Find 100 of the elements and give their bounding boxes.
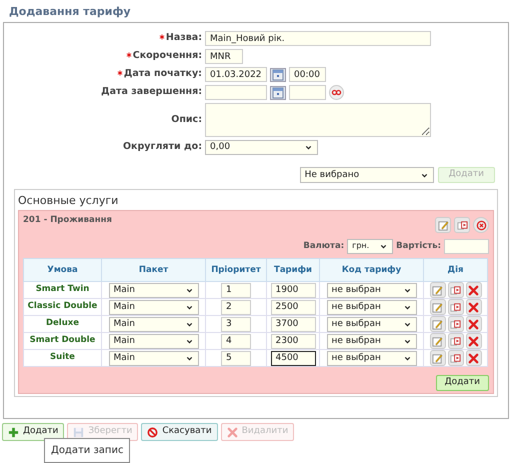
field-label: Дата початку: [124,67,202,82]
close-icon [468,318,479,330]
rounding-dropdown[interactable]: 0,00 [205,140,318,155]
date-field[interactable] [205,85,267,100]
priority-field[interactable]: 1 [221,282,251,298]
tariff-field[interactable]: 1900 [270,282,316,298]
copy-button[interactable] [454,217,470,233]
priority-field[interactable]: 3 [221,316,251,332]
tariff-field[interactable]: 2500 [270,300,316,314]
condition-name: Smart Double [30,335,96,346]
close-icon [226,426,238,438]
text-field[interactable]: Main_Новий рік. [205,31,431,46]
tariff-code-dropdown[interactable]: не выбран [326,350,416,366]
date-field[interactable]: 01.03.2022 [205,67,267,82]
copy-icon [450,284,461,296]
tariff-code-dropdown[interactable]: не выбран [326,300,416,314]
copy-icon [450,352,461,364]
close-icon [476,220,486,230]
copy-button[interactable] [448,333,464,349]
copy-icon [450,318,461,330]
edit-button[interactable] [430,350,446,366]
edit-button[interactable] [430,282,446,298]
tariff-code-dropdown[interactable]: не выбран [326,334,416,348]
delete-button[interactable] [466,350,482,366]
prohibited-icon [147,426,158,438]
add-button[interactable]: Додати [436,375,489,391]
cancel-button[interactable]: Скасувати [141,423,218,441]
delete-button[interactable] [466,333,482,349]
pencil-icon [432,284,443,296]
delete-button[interactable] [466,316,482,332]
edit-button[interactable] [435,217,451,233]
field-label: Дата завершення: [101,85,202,100]
copy-icon [456,220,468,230]
edit-button[interactable] [430,299,446,315]
package-dropdown[interactable]: Main [108,316,198,332]
copy-button[interactable] [448,316,464,332]
copy-icon [450,336,461,346]
edit-button[interactable] [430,333,446,349]
section-title: Основные услуги [18,194,120,208]
description-field[interactable] [205,103,431,137]
tariff-field[interactable]: 3700 [270,316,316,332]
close-icon [468,352,479,364]
delete-button[interactable] [466,282,482,298]
delete-button[interactable] [466,299,482,315]
group-title: 201 - Проживання [23,214,112,227]
service-dropdown[interactable]: Не вибрано [300,167,434,183]
calendar-icon [272,86,284,98]
package-dropdown[interactable]: Main [108,334,198,348]
copy-button[interactable] [448,299,464,315]
close-icon [468,302,479,312]
pencil-icon [432,352,443,364]
priority-field[interactable]: 4 [221,334,251,348]
package-dropdown[interactable]: Main [108,300,198,314]
pencil-icon [432,302,443,312]
close-icon [468,284,479,296]
tariff-code-dropdown[interactable]: не выбран [326,316,416,332]
tariff-field[interactable]: 2300 [270,334,316,348]
edit-button[interactable] [430,316,446,332]
copy-button[interactable] [448,350,464,366]
priority-field[interactable]: 5 [221,350,251,366]
close-icon [468,336,479,346]
copy-icon [450,302,461,312]
plus-icon [8,426,19,438]
column-header: Дія [424,258,488,282]
priority-field[interactable]: 2 [221,300,251,314]
condition-name: Smart Twin [36,284,90,294]
column-header: Код тарифу [320,258,424,282]
calendar-icon [272,68,284,80]
caret-icon [304,143,313,152]
tooltip: Додати запис [44,438,130,463]
time-field[interactable]: 00:00 [289,67,326,82]
add-button[interactable]: Додати [2,423,64,441]
time-field[interactable] [289,85,326,100]
field-label: Скорочення: [132,49,202,64]
condition-name: Classic Double [28,301,98,312]
link-icon [331,87,342,98]
cost-field[interactable] [444,238,489,254]
clear-button[interactable] [329,85,344,100]
pencil-icon [432,336,443,346]
pencil-icon [438,220,448,230]
tariff-code-dropdown[interactable]: не выбран [326,282,416,298]
condition-name: Suite [50,352,75,362]
column-header: Пакет [102,258,206,282]
field-label: Округляти до: [122,140,202,154]
pencil-icon [432,318,443,330]
page-title: Додавання тарифу [8,4,132,20]
calendar-button[interactable] [270,68,286,82]
column-header: Пріоритет [206,258,266,282]
currency-label: Валюта: [303,240,344,252]
condition-name: Deluxe [46,318,80,328]
text-field[interactable]: MNR [205,49,243,64]
copy-button[interactable] [448,282,464,298]
field-label: Назва: [166,31,202,46]
currency-dropdown[interactable]: грн. [347,238,394,254]
package-dropdown[interactable]: Main [108,350,198,366]
field-label: Опис: [171,112,202,127]
tariff-field[interactable]: 4500 [270,350,316,366]
remove-button[interactable] [473,217,489,233]
calendar-button[interactable] [270,86,286,100]
package-dropdown[interactable]: Main [108,282,198,298]
